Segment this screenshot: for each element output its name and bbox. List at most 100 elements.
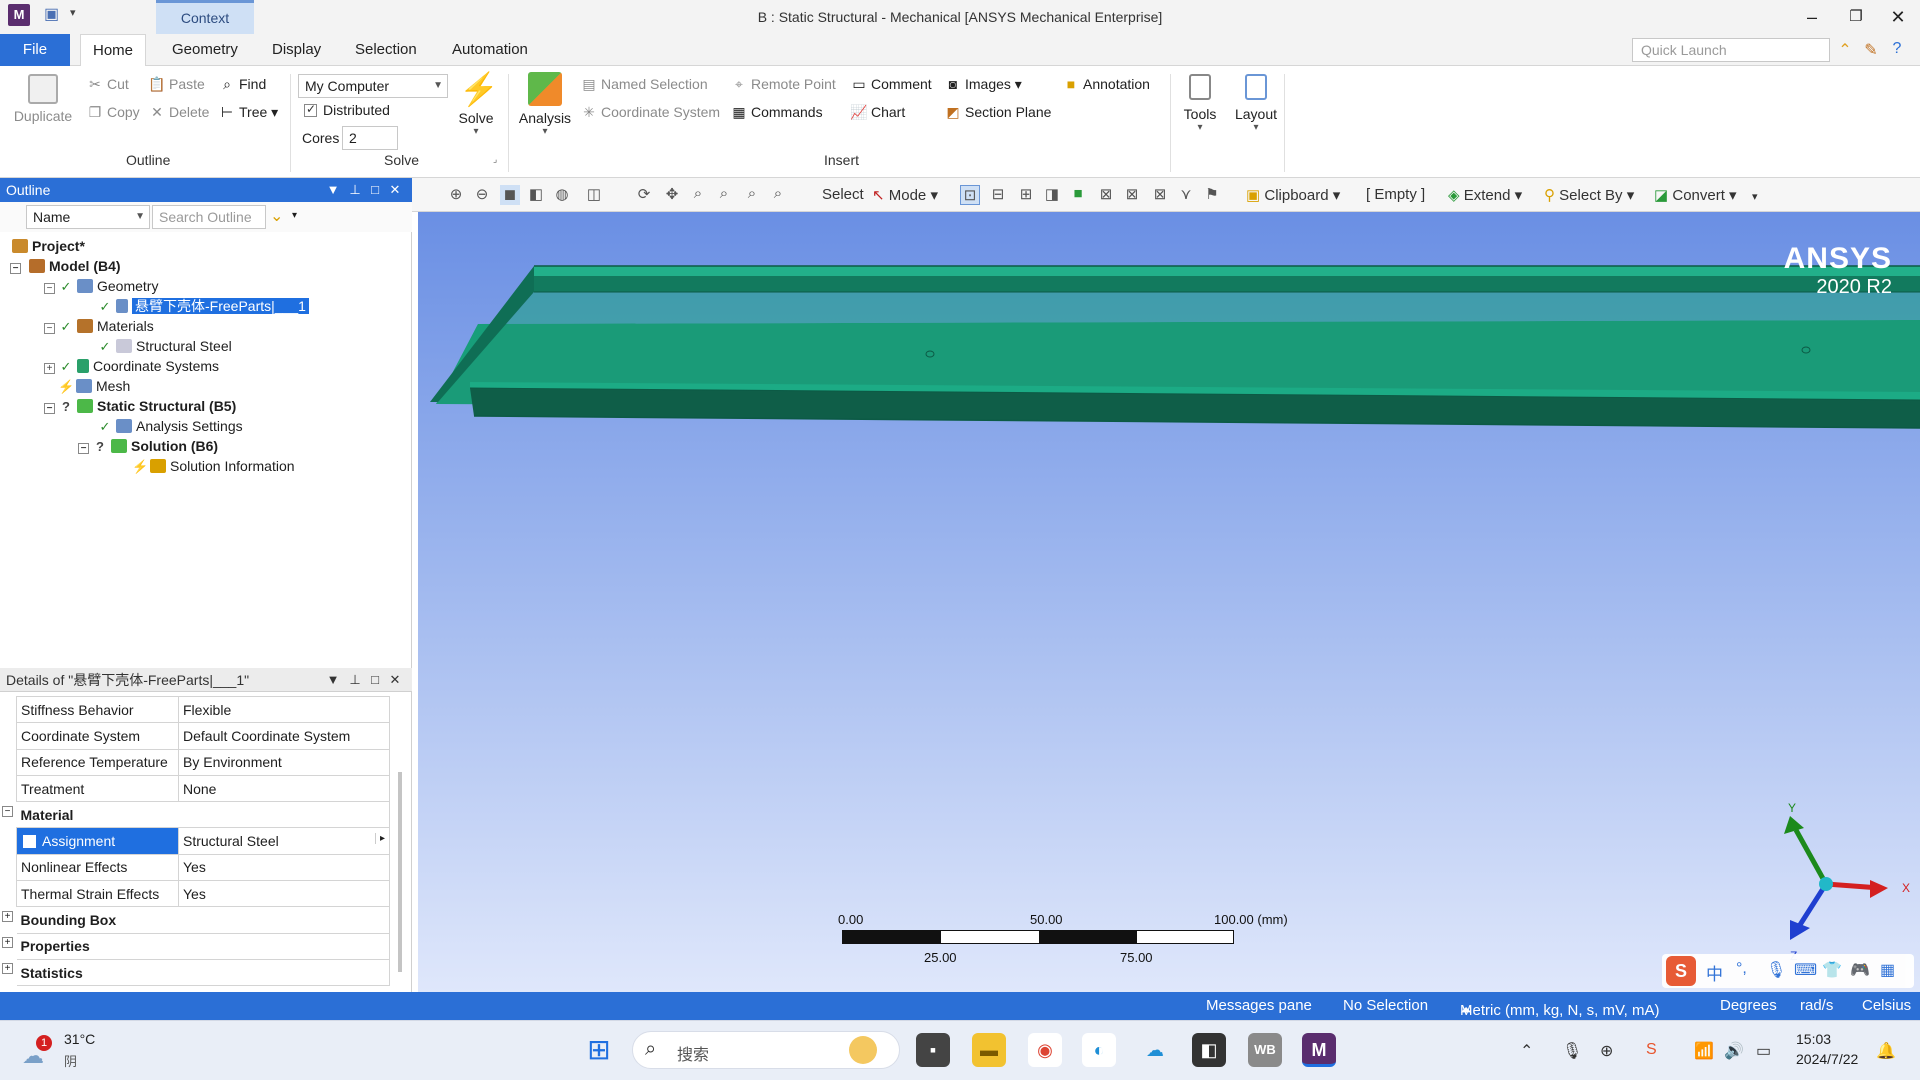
expand-icon[interactable]: + — [44, 363, 55, 374]
pan-icon[interactable]: ✥ — [662, 185, 682, 205]
select-by-button[interactable]: ⚲ Select By ▾ — [1544, 186, 1634, 204]
analysis-button[interactable]: Analysis ▾ — [516, 72, 574, 137]
graphics-viewport[interactable]: Y X Z ANSYS 2020 R2 0.00 50.00 100.00 (m… — [418, 212, 1920, 992]
collapse-icon[interactable]: − — [10, 263, 21, 274]
details-row[interactable]: Reference Temperature By Environment — [16, 748, 390, 776]
microphone-icon[interactable]: 🎙 — [1766, 960, 1786, 980]
task-view-icon[interactable]: ▪ — [916, 1033, 950, 1067]
panel-menu-icon[interactable]: ▼ — [324, 668, 342, 692]
messages-pane-link[interactable]: Messages pane — [1206, 997, 1312, 1014]
details-row[interactable]: Thermal Strain Effects Yes — [16, 880, 390, 908]
battery-icon[interactable]: ▭ — [1756, 1041, 1771, 1061]
network-adapter-icon[interactable]: ⊕ — [1600, 1041, 1613, 1061]
volume-icon[interactable]: 🔊 — [1724, 1041, 1744, 1061]
outline-filter-select[interactable]: Name ▼ — [26, 205, 150, 229]
punctuation-icon[interactable]: °, — [1736, 960, 1747, 978]
restore-button[interactable]: ❐ — [1834, 0, 1878, 34]
tab-home[interactable]: Home — [80, 34, 147, 67]
search-options-icon[interactable]: ⌄ — [270, 206, 283, 226]
checkbox-icon[interactable] — [23, 835, 36, 849]
details-value[interactable]: None — [178, 774, 390, 803]
pin-icon[interactable]: ⊥ — [346, 668, 364, 692]
view-mode-icon[interactable]: ◫ — [584, 185, 604, 205]
convert-button[interactable]: ◪ Convert ▾ — [1654, 186, 1737, 204]
details-row[interactable]: Nonlinear Effects Yes — [16, 853, 390, 882]
zoom-icon[interactable]: ⌕ — [688, 185, 708, 205]
distributed-checkbox[interactable]: Distributed — [304, 102, 390, 118]
view-shaded-icon[interactable]: ◧ — [526, 185, 546, 205]
select-mesh-icon[interactable]: ⋎ — [1176, 185, 1196, 205]
sogou-icon[interactable]: S — [1646, 1041, 1657, 1059]
grid-icon[interactable]: ▦ — [1880, 960, 1895, 980]
details-value[interactable]: Yes — [178, 853, 390, 882]
dialog-launcher-icon[interactable]: ⌟ — [493, 154, 497, 165]
tree-item-geometry[interactable]: − ✓ Geometry — [44, 276, 158, 296]
feedback-icon[interactable]: ✎ — [1860, 40, 1882, 62]
solve-button[interactable]: ⚡ Solve ▾ — [452, 72, 500, 137]
select-filter-icon[interactable]: ⚑ — [1202, 185, 1222, 205]
chrome-icon[interactable]: ◉ — [1028, 1033, 1062, 1067]
triad[interactable]: Y X Z — [1784, 801, 1910, 963]
select-body-green-icon[interactable]: ■ — [1068, 185, 1088, 205]
tree-button[interactable]: ⊢ Tree ▾ — [218, 104, 278, 121]
details-category-bounding-box[interactable]: Bounding Box — [16, 906, 390, 934]
zoom-fit-icon[interactable]: ⌕ — [742, 185, 762, 205]
tree-item-coordinate-systems[interactable]: + ✓ Coordinate Systems — [44, 356, 219, 376]
cores-input[interactable]: 2 — [342, 126, 398, 150]
select-body-icon[interactable]: ◨ — [1042, 185, 1062, 205]
channel-top-flange[interactable] — [534, 266, 1920, 276]
rotate-icon[interactable]: ⟳ — [634, 185, 654, 205]
tab-geometry[interactable]: Geometry — [160, 34, 250, 66]
zoom-out-icon[interactable]: ⊖ — [472, 185, 492, 205]
select-vertex-icon[interactable]: ⊡ — [960, 185, 980, 205]
coordinate-system-button[interactable]: ✳ Coordinate System — [580, 104, 720, 121]
close-icon[interactable]: ✕ — [386, 668, 404, 692]
maximize-icon[interactable]: □ — [366, 178, 384, 202]
collapse-icon[interactable]: − — [44, 283, 55, 294]
windows-start-icon[interactable]: ⊞ — [582, 1033, 616, 1067]
weather-widget[interactable]: ☁ 1 — [22, 1035, 52, 1068]
commands-button[interactable]: ▦ Commands — [730, 104, 822, 121]
maximize-icon[interactable]: □ — [366, 668, 384, 692]
panel-menu-icon[interactable]: ▼ — [324, 178, 342, 202]
close-button[interactable]: ✕ — [1876, 0, 1920, 34]
tree-item-part[interactable]: ✓ 悬臂下壳体-FreeParts|___1 — [98, 296, 310, 316]
tree-item-solution-information[interactable]: ⚡ Solution Information — [132, 456, 295, 476]
mode-button[interactable]: ↖ Mode ▾ — [872, 186, 938, 204]
cloud-sync-icon[interactable]: ☁ — [1138, 1033, 1172, 1067]
app-icon[interactable]: ◧ — [1192, 1033, 1226, 1067]
tree-item-analysis-settings[interactable]: ✓ Analysis Settings — [98, 416, 243, 436]
gamepad-icon[interactable]: 🎮 — [1850, 960, 1870, 980]
find-button[interactable]: ⌕ Find — [218, 76, 266, 93]
help-icon[interactable]: ? — [1886, 40, 1908, 62]
view-options-icon[interactable]: ◍ — [552, 185, 572, 205]
comment-button[interactable]: ▭ Comment — [850, 76, 931, 93]
expand-icon[interactable]: + — [2, 911, 13, 922]
angle-units[interactable]: Degrees — [1720, 997, 1777, 1014]
rate-units[interactable]: rad/s — [1800, 997, 1833, 1014]
details-value[interactable]: Flexible — [178, 695, 390, 724]
close-icon[interactable]: ✕ — [386, 178, 404, 202]
edge-icon[interactable]: ◐ — [1082, 1033, 1116, 1067]
channel-top-flange-front[interactable] — [534, 276, 1920, 292]
file-explorer-icon[interactable]: ▬ — [972, 1033, 1006, 1067]
collapse-icon[interactable]: − — [2, 806, 13, 817]
clipboard-button[interactable]: ▣ Clipboard ▾ — [1246, 186, 1340, 204]
quick-launch-input[interactable]: Quick Launch — [1632, 38, 1830, 62]
chart-button[interactable]: 📈 Chart — [850, 104, 905, 121]
tree-item-model[interactable]: − Model (B4) — [10, 256, 121, 276]
details-category-material[interactable]: Material — [16, 801, 390, 829]
chevron-up-icon[interactable]: ⌃ — [1520, 1041, 1533, 1061]
tree-item-solution[interactable]: −? Solution (B6) — [78, 436, 218, 456]
delete-button[interactable]: ✕ Delete — [148, 104, 209, 121]
collapse-icon[interactable]: − — [44, 403, 55, 414]
tab-display[interactable]: Display — [260, 34, 333, 66]
zoom-in-icon[interactable]: ⊕ — [446, 185, 466, 205]
taskbar-search[interactable]: ⌕ 搜索 — [632, 1031, 900, 1069]
ime-toolbar[interactable]: S 中 °, 🎙 ⌨ 👕 🎮 ▦ — [1662, 954, 1914, 988]
zoom-box-icon[interactable]: ⌕ — [714, 185, 734, 205]
tree-item-structural-steel[interactable]: ✓ Structural Steel — [98, 336, 232, 356]
skin-icon[interactable]: 👕 — [1822, 960, 1842, 980]
details-row[interactable]: Stiffness Behavior Flexible — [16, 695, 390, 724]
select-face-icon[interactable]: ⊞ — [1016, 185, 1036, 205]
